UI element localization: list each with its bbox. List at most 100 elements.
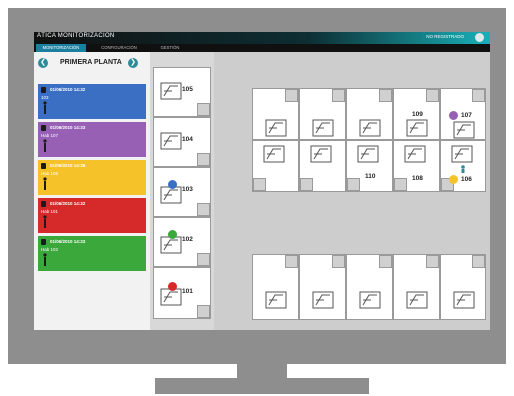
plan-room[interactable] <box>299 140 346 192</box>
room-103[interactable]: 103 <box>153 167 211 217</box>
alarm-date: 01/06/2010 14:33 <box>50 125 86 130</box>
alarm-card[interactable]: 01/06/2010 14:33 Hab 107 <box>38 122 146 157</box>
room-door <box>379 255 392 268</box>
tab-monitorizacion[interactable]: MONITORIZACIÓN <box>36 44 86 52</box>
user-status[interactable]: NO REGISTRADO <box>426 34 464 39</box>
room-door <box>197 203 210 216</box>
alarm-date: 01/06/2010 14:32 <box>50 201 86 206</box>
room-door <box>379 89 392 102</box>
room-door <box>300 178 313 191</box>
bed-icon <box>265 291 287 309</box>
bed-icon <box>406 119 428 137</box>
room-door <box>394 178 407 191</box>
bell-icon <box>41 163 46 169</box>
status-dot <box>168 180 177 189</box>
person-icon <box>43 215 47 228</box>
alarm-date: 01/06/2010 14:32 <box>50 87 86 92</box>
room-105[interactable]: 105 <box>153 67 211 117</box>
bell-icon <box>41 125 46 131</box>
room-101[interactable]: 101 <box>153 267 211 319</box>
bed-icon <box>160 132 182 150</box>
alarm-date: 01/06/2010 14:36 <box>50 163 86 168</box>
room-number: 109 <box>412 111 423 118</box>
room-number: 101 <box>182 288 193 295</box>
prev-floor-icon[interactable]: ❮ <box>38 58 48 68</box>
room-door <box>332 255 345 268</box>
bed-icon <box>406 291 428 309</box>
room-number: 110 <box>365 173 376 180</box>
monitor-screen: ÁTICA MONITORIZACIÓN NO REGISTRADO MONIT… <box>34 32 490 330</box>
room-number: 104 <box>182 136 193 143</box>
room-110[interactable]: 110 <box>346 140 393 192</box>
next-floor-icon[interactable]: ❯ <box>128 58 138 68</box>
bed-icon <box>160 82 182 100</box>
bed-icon <box>357 145 379 163</box>
bed-icon <box>263 145 285 163</box>
floor-plan: 109 107 110 108 106 <box>214 52 490 330</box>
room-door <box>426 255 439 268</box>
room-number: 103 <box>182 186 193 193</box>
room-102[interactable]: 102 <box>153 217 211 267</box>
alarm-date: 01/06/2010 14:33 <box>50 239 86 244</box>
plan-room[interactable] <box>252 140 299 192</box>
plan-room[interactable] <box>440 254 486 320</box>
bed-icon <box>359 119 381 137</box>
plan-room[interactable] <box>299 254 346 320</box>
plan-room[interactable] <box>346 88 393 140</box>
status-dot <box>168 230 177 239</box>
room-109[interactable]: 109 <box>393 88 440 140</box>
alarm-room: Hab 106 <box>41 171 59 176</box>
alarm-room: Hab 102 <box>41 247 59 252</box>
alarm-sidebar: ❮ PRIMERA PLANTA ❯ 01/06/2010 14:32 103 … <box>34 52 150 330</box>
alarm-room: Hab 107 <box>41 133 59 138</box>
room-door <box>197 103 210 116</box>
bed-icon <box>404 145 426 163</box>
room-107[interactable]: 107 <box>440 88 486 140</box>
bed-icon <box>453 121 475 139</box>
app-title: ÁTICA MONITORIZACIÓN <box>37 33 115 39</box>
person-icon <box>43 139 47 152</box>
plan-room[interactable] <box>252 88 299 140</box>
room-door <box>472 255 485 268</box>
bell-icon <box>41 201 46 207</box>
tab-configuracion[interactable]: CONFIGURACIÓN <box>94 44 144 52</box>
plan-room[interactable] <box>346 254 393 320</box>
title-bar: ÁTICA MONITORIZACIÓN NO REGISTRADO <box>34 32 490 44</box>
alarm-card[interactable]: 01/06/2010 14:32 Hab 101 <box>38 198 146 233</box>
room-door <box>332 89 345 102</box>
bed-icon <box>451 145 473 163</box>
room-door <box>197 153 210 166</box>
status-dot <box>168 282 177 291</box>
floor-selector: ❮ PRIMERA PLANTA ❯ <box>34 56 150 70</box>
plan-room[interactable] <box>299 88 346 140</box>
room-door <box>285 89 298 102</box>
room-door <box>197 253 210 266</box>
room-number: 102 <box>182 236 193 243</box>
alarm-card[interactable]: 01/06/2010 14:32 103 <box>38 84 146 119</box>
room-door <box>472 89 485 102</box>
room-108[interactable]: 108 <box>393 140 440 192</box>
plan-room[interactable] <box>393 254 440 320</box>
alarm-card[interactable]: 01/06/2010 14:36 Hab 106 <box>38 160 146 195</box>
floor-title: PRIMERA PLANTA <box>60 59 122 66</box>
bed-icon <box>312 119 334 137</box>
bell-icon <box>41 239 46 245</box>
alarm-card[interactable]: 01/06/2010 14:33 Hab 102 <box>38 236 146 271</box>
bed-icon <box>312 291 334 309</box>
bed-icon <box>265 119 287 137</box>
room-104[interactable]: 104 <box>153 117 211 167</box>
room-door <box>197 305 210 318</box>
side-room-column: 105 104 103 102 101 <box>150 52 214 330</box>
bed-icon <box>453 291 475 309</box>
tab-gestion[interactable]: GESTIÓN <box>152 44 188 52</box>
status-dot <box>449 175 458 184</box>
plan-room[interactable] <box>252 254 299 320</box>
person-icon <box>43 101 47 114</box>
alarm-room: Hab 101 <box>41 209 59 214</box>
status-dot <box>449 111 458 120</box>
user-icon[interactable] <box>475 33 484 42</box>
room-number: 107 <box>461 112 472 119</box>
room-door <box>347 178 360 191</box>
person-icon <box>43 177 47 190</box>
room-106[interactable]: 106 <box>440 140 486 192</box>
